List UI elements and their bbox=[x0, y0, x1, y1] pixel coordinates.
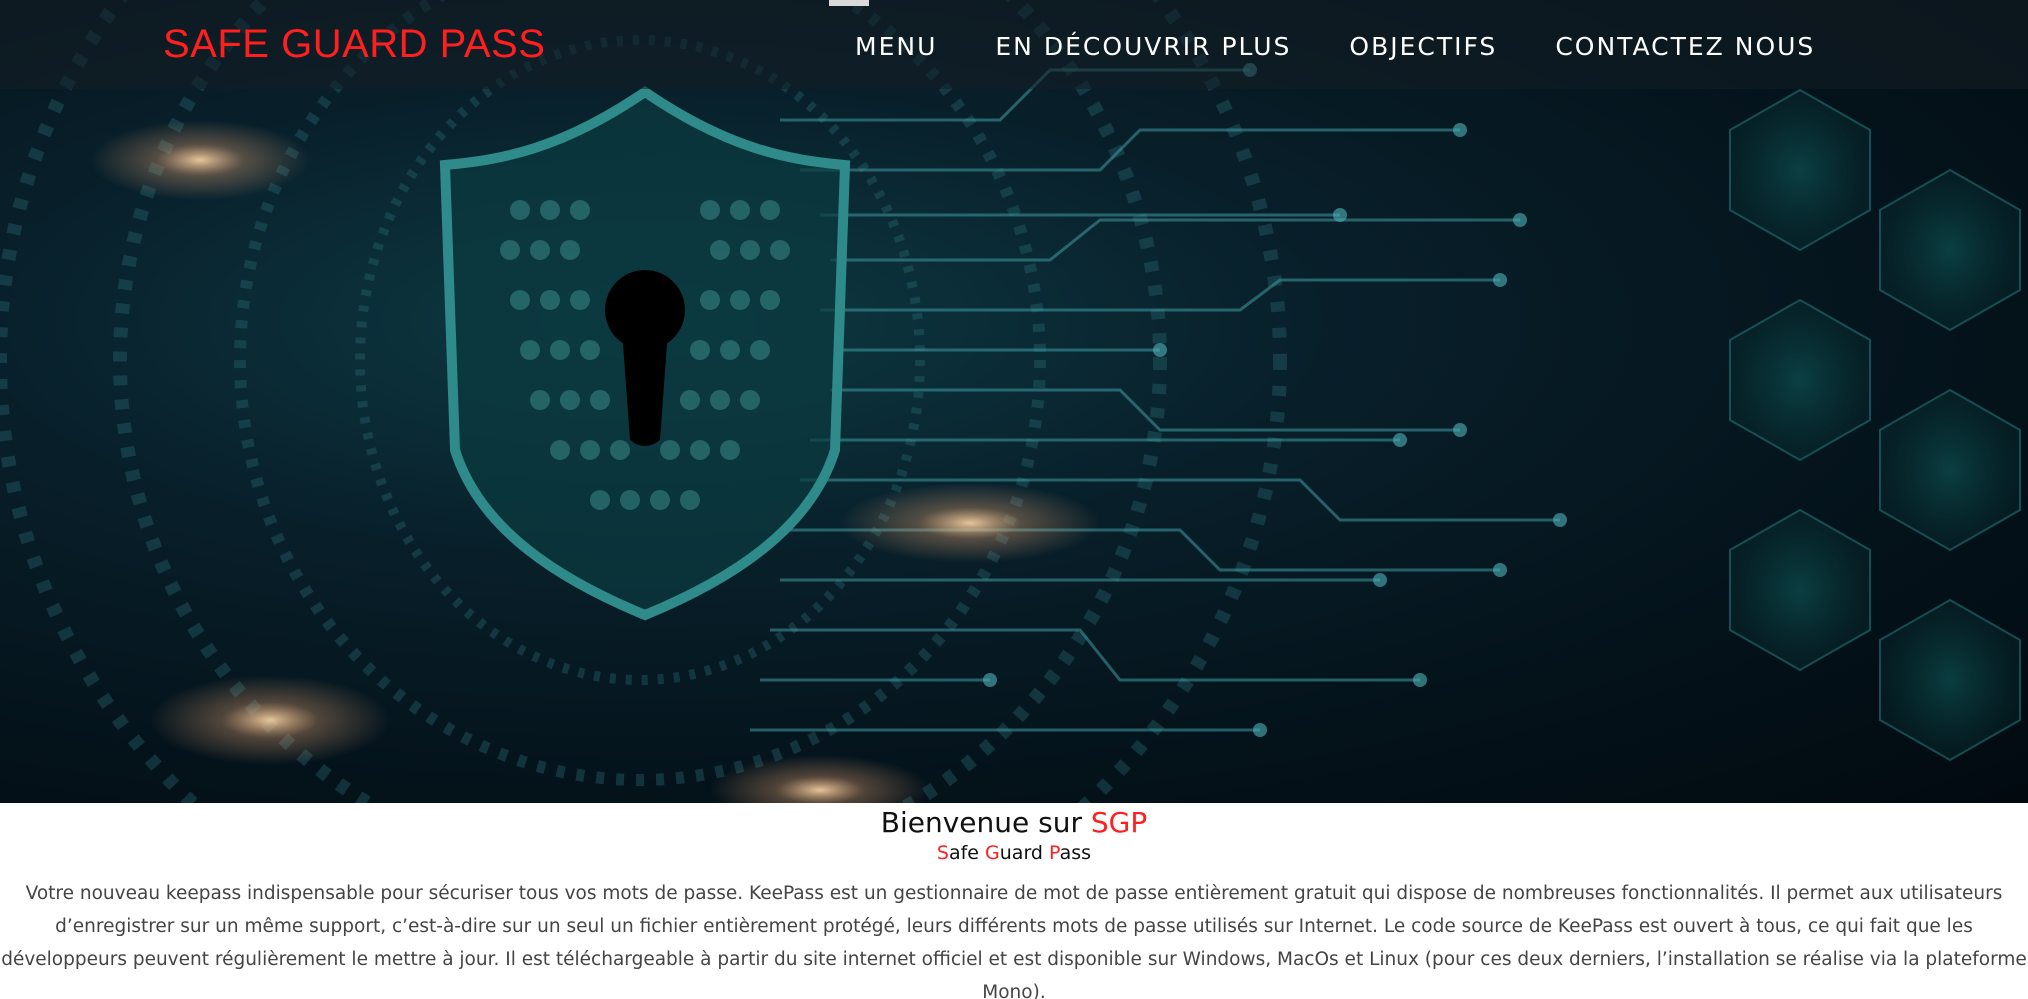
cyber-security-hero-image bbox=[0, 0, 2021, 803]
brand-subtitle: Safe Guard Pass bbox=[0, 841, 2028, 865]
subtitle-rest: afe bbox=[948, 842, 986, 864]
subtitle-letter: S bbox=[936, 842, 949, 864]
site-logo-title[interactable]: SAFE GUARD PASS bbox=[163, 22, 545, 67]
main-nav: MENU EN DÉCOUVRIR PLUS OBJECTIFS CONTACT… bbox=[855, 32, 1815, 61]
welcome-heading: Bienvenue sur SGP bbox=[0, 805, 2028, 841]
page: SAFE GUARD PASS MENU EN DÉCOUVRIR PLUS O… bbox=[0, 0, 2028, 999]
navigation-bar: SAFE GUARD PASS MENU EN DÉCOUVRIR PLUS O… bbox=[0, 0, 2028, 89]
subtitle-letter: G bbox=[985, 842, 1000, 864]
nav-learn-more-link[interactable]: EN DÉCOUVRIR PLUS bbox=[995, 32, 1291, 61]
welcome-prefix: Bienvenue sur bbox=[880, 806, 1091, 839]
nav-contact-link[interactable]: CONTACTEZ NOUS bbox=[1555, 32, 1815, 61]
scroll-indicator bbox=[829, 0, 869, 6]
intro-description: Votre nouveau keepass indispensable pour… bbox=[1, 883, 2027, 999]
subtitle-rest: ass bbox=[1059, 842, 1092, 864]
intro-section: Bienvenue sur SGP Safe Guard Pass Votre … bbox=[0, 803, 2028, 999]
welcome-highlight: SGP bbox=[1090, 806, 1148, 839]
nav-objectives-link[interactable]: OBJECTIFS bbox=[1349, 32, 1497, 61]
subtitle-letter: P bbox=[1049, 842, 1060, 864]
subtitle-rest: uard bbox=[999, 842, 1050, 864]
hero-banner: SAFE GUARD PASS MENU EN DÉCOUVRIR PLUS O… bbox=[0, 0, 2028, 803]
nav-menu-link[interactable]: MENU bbox=[855, 32, 937, 61]
